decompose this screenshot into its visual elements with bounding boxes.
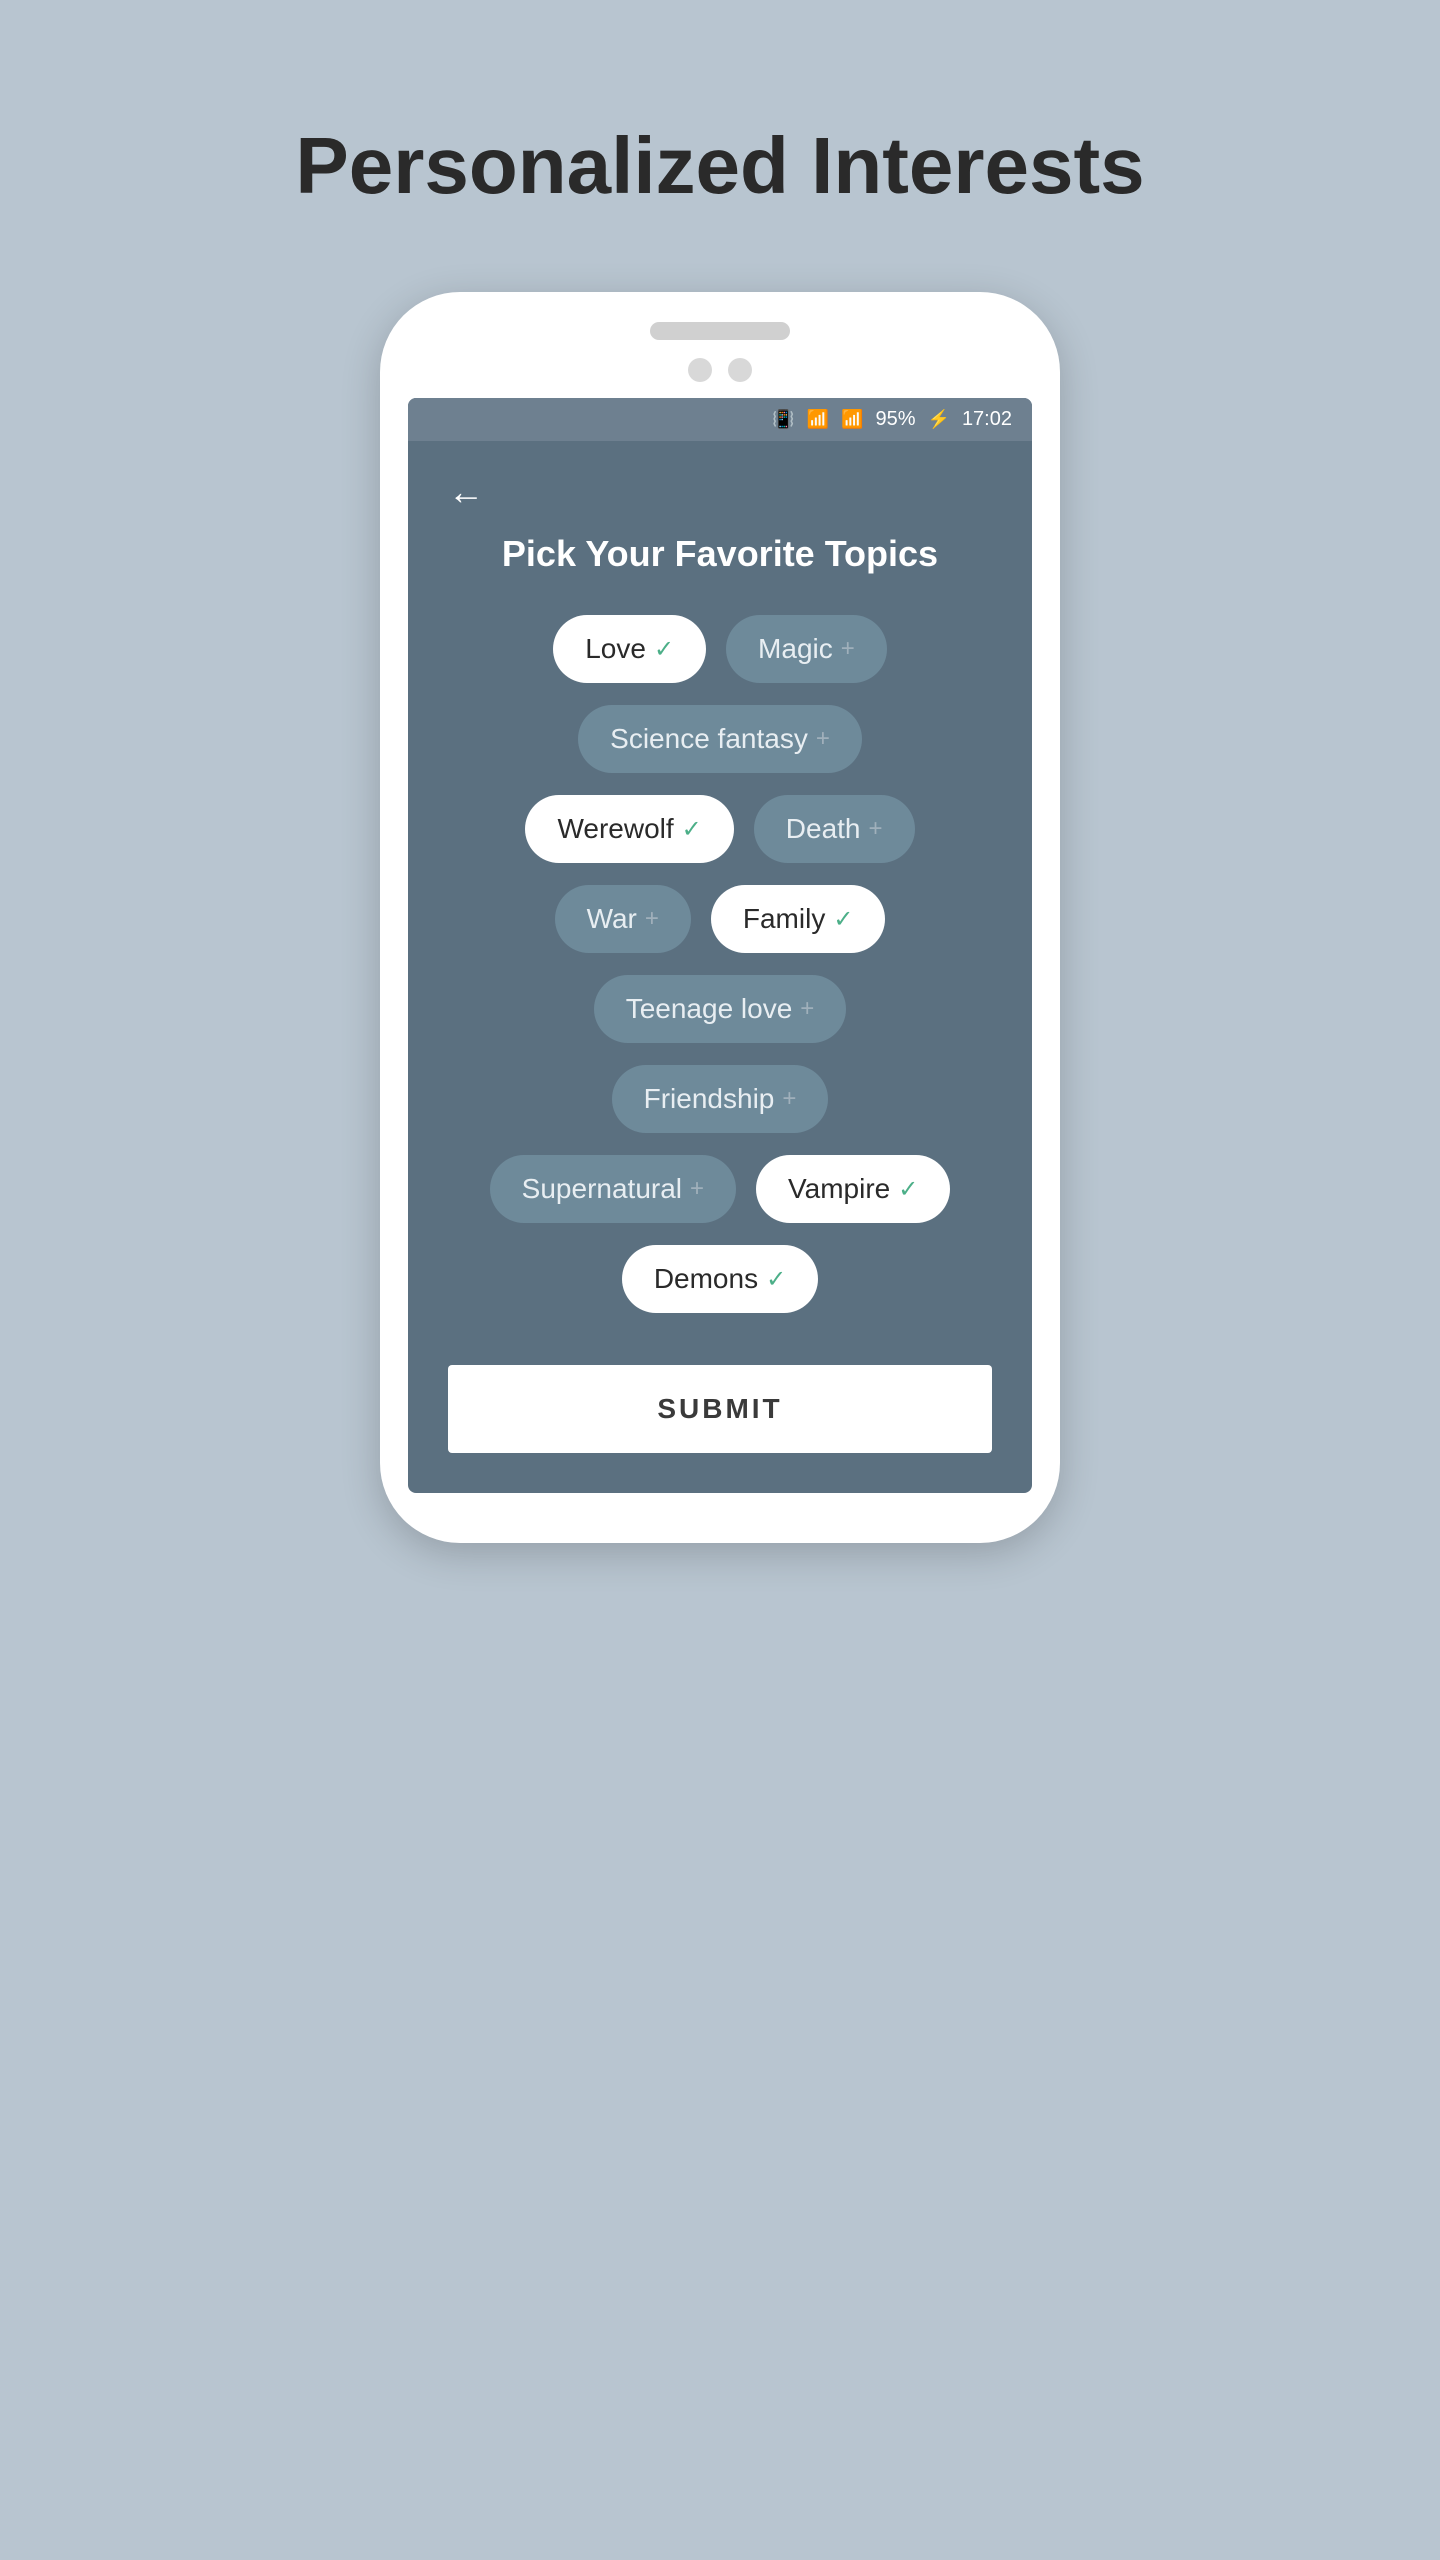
topic-label-science-fantasy: Science fantasy bbox=[610, 723, 808, 755]
topic-label-love: Love bbox=[585, 633, 646, 665]
topic-chip-werewolf[interactable]: Werewolf ✓ bbox=[525, 795, 733, 863]
topic-chip-teenage-love[interactable]: Teenage love + bbox=[594, 975, 847, 1043]
topic-label-magic: Magic bbox=[758, 633, 833, 665]
topics-container: Love ✓ Magic + Science fantasy + bbox=[448, 615, 992, 1453]
topic-label-teenage-love: Teenage love bbox=[626, 993, 793, 1025]
submit-button[interactable]: SUBMIT bbox=[448, 1365, 992, 1453]
check-icon-vampire: ✓ bbox=[898, 1175, 918, 1204]
vibrate-icon: 📳 bbox=[772, 409, 794, 430]
battery-text: 95% bbox=[875, 408, 915, 431]
check-icon-family: ✓ bbox=[833, 905, 853, 934]
topics-row-7: Supernatural + Vampire ✓ bbox=[490, 1155, 951, 1223]
battery-icon: ⚡ bbox=[928, 409, 950, 430]
phone-cameras bbox=[408, 358, 1032, 382]
topic-chip-death[interactable]: Death + bbox=[754, 795, 915, 863]
topic-label-death: Death bbox=[786, 813, 861, 845]
page-title: Personalized Interests bbox=[295, 120, 1144, 212]
status-bar: 📳 📶 📶 95% ⚡ 17:02 bbox=[408, 398, 1032, 441]
check-icon-demons: ✓ bbox=[766, 1265, 786, 1294]
topics-row-2: Science fantasy + bbox=[578, 705, 862, 773]
topics-row-4: War + Family ✓ bbox=[555, 885, 886, 953]
phone-camera-left bbox=[688, 358, 712, 382]
phone-screen: 📳 📶 📶 95% ⚡ 17:02 ← Pick Your Favorite T… bbox=[408, 398, 1032, 1493]
topic-label-werewolf: Werewolf bbox=[557, 813, 673, 845]
back-button[interactable]: ← bbox=[448, 471, 484, 513]
topic-chip-family[interactable]: Family ✓ bbox=[711, 885, 886, 953]
wifi-icon: 📶 bbox=[807, 409, 829, 430]
topics-row-3: Werewolf ✓ Death + bbox=[525, 795, 914, 863]
plus-icon-death: + bbox=[869, 815, 883, 843]
screen-content: ← Pick Your Favorite Topics Love ✓ Magic… bbox=[408, 441, 1032, 1493]
screen-title: Pick Your Favorite Topics bbox=[448, 533, 992, 575]
topic-label-supernatural: Supernatural bbox=[522, 1173, 682, 1205]
check-icon-werewolf: ✓ bbox=[682, 815, 702, 844]
topic-chip-love[interactable]: Love ✓ bbox=[553, 615, 706, 683]
phone-camera-right bbox=[728, 358, 752, 382]
topic-chip-friendship[interactable]: Friendship + bbox=[612, 1065, 829, 1133]
plus-icon-teenage-love: + bbox=[800, 995, 814, 1023]
topic-chip-demons[interactable]: Demons ✓ bbox=[622, 1245, 818, 1313]
topic-label-demons: Demons bbox=[654, 1263, 758, 1295]
topic-chip-magic[interactable]: Magic + bbox=[726, 615, 887, 683]
topics-row-6: Friendship + bbox=[612, 1065, 829, 1133]
topic-label-vampire: Vampire bbox=[788, 1173, 890, 1205]
plus-icon-war: + bbox=[645, 905, 659, 933]
topic-chip-science-fantasy[interactable]: Science fantasy + bbox=[578, 705, 862, 773]
time-text: 17:02 bbox=[962, 408, 1012, 431]
topics-row-8: Demons ✓ bbox=[622, 1245, 818, 1313]
topic-label-family: Family bbox=[743, 903, 825, 935]
topic-chip-supernatural[interactable]: Supernatural + bbox=[490, 1155, 736, 1223]
plus-icon-magic: + bbox=[841, 635, 855, 663]
topic-chip-vampire[interactable]: Vampire ✓ bbox=[756, 1155, 950, 1223]
signal-icon: 📶 bbox=[841, 409, 863, 430]
phone-speaker bbox=[650, 322, 790, 340]
phone-frame: 📳 📶 📶 95% ⚡ 17:02 ← Pick Your Favorite T… bbox=[380, 292, 1060, 1543]
check-icon-love: ✓ bbox=[654, 635, 674, 664]
topic-label-friendship: Friendship bbox=[644, 1083, 775, 1115]
plus-icon-supernatural: + bbox=[690, 1175, 704, 1203]
plus-icon-science-fantasy: + bbox=[816, 725, 830, 753]
topic-label-war: War bbox=[587, 903, 637, 935]
topic-chip-war[interactable]: War + bbox=[555, 885, 691, 953]
plus-icon-friendship: + bbox=[782, 1085, 796, 1113]
topics-row-5: Teenage love + bbox=[594, 975, 847, 1043]
topics-row-1: Love ✓ Magic + bbox=[553, 615, 887, 683]
